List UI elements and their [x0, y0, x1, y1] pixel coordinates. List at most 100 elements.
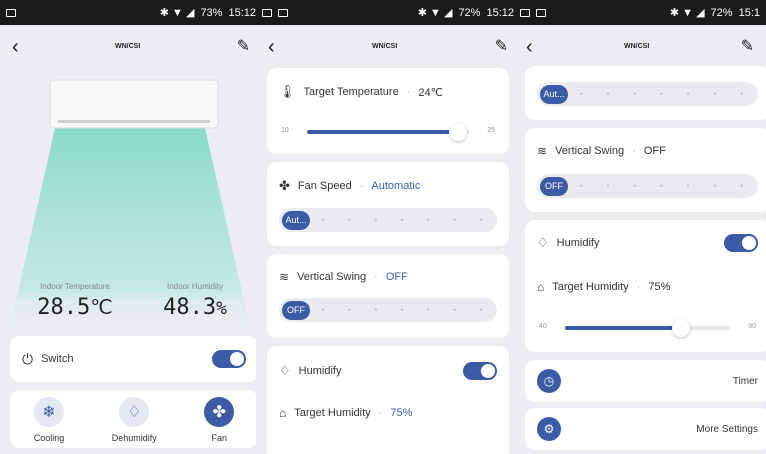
vertical-swing-selector[interactable]: OFF • • • • • • • — [537, 174, 758, 198]
status-bar: ✱ ▼ ◢ 72% 15:12 — [256, 0, 520, 25]
indoor-temp-unit: ℃ — [90, 295, 113, 319]
timer-card[interactable]: ◷ Timer — [525, 360, 766, 402]
fan-icon: ✤ — [279, 178, 290, 193]
vertical-swing-selected[interactable]: OFF — [540, 176, 568, 196]
edit-icon[interactable]: ✎ — [495, 38, 508, 55]
indoor-temp-value: 28.5 — [37, 295, 91, 320]
edit-icon[interactable]: ✎ — [741, 38, 754, 55]
separator: · — [406, 86, 411, 98]
humidify-label: Humidify — [556, 237, 600, 249]
device-title: WN/CSI — [623, 43, 650, 50]
header: ‹ WN/CSI ✎ — [256, 25, 520, 68]
timer-label: Timer — [732, 375, 758, 387]
home-screen: ✱ ▼ ◢ 73% 15:12 ‹ WN/CSI ✎ Indoor Temper… — [0, 0, 262, 454]
indoor-temp-label: Indoor Temperature — [40, 282, 110, 291]
target-temp-card: 🌡︎ Target Temperature · 24℃ 10 25 — [267, 68, 509, 154]
indoor-humidity-value: 48.3 — [163, 295, 217, 320]
slider-max: 90 — [748, 323, 756, 330]
target-humidity-value: 75% — [648, 281, 671, 293]
separator: · — [636, 281, 641, 293]
status-icons: ✱ ▼ ◢ — [159, 7, 195, 19]
vertical-swing-value: OFF — [643, 145, 666, 157]
back-icon[interactable]: ‹ — [268, 37, 275, 57]
snowflake-icon: ❄ — [34, 397, 64, 427]
separator: · — [632, 145, 636, 157]
status-bar: ✱ ▼ ◢ 72% 15:1 — [514, 0, 766, 25]
status-icons: ✱ ▼ ◢ — [417, 7, 453, 19]
indoor-humidity-block: Indoor Humidity 48.3% — [140, 282, 250, 320]
fan-speed-selector[interactable]: Aut... • • • • • • • — [279, 208, 497, 232]
indoor-humidity-unit: % — [216, 298, 227, 319]
fan-speed-label: Fan Speed — [297, 180, 352, 192]
screenshot-icon — [536, 8, 546, 17]
indoor-humidity-label: Indoor Humidity — [166, 282, 224, 291]
fan-speed-selected[interactable]: Aut... — [540, 84, 568, 104]
humidify-icon: ♢ — [537, 235, 549, 250]
switch-card: ⏻ Switch — [10, 336, 258, 382]
slider-min: 40 — [539, 323, 547, 330]
mode-label: Cooling — [33, 433, 65, 443]
target-humidity-value: 75% — [390, 407, 413, 419]
droplet-icon: ♢ — [119, 397, 150, 427]
separator: · — [374, 271, 378, 283]
fan-speed-selected[interactable]: Aut... — [282, 210, 310, 230]
slider-knob[interactable] — [671, 319, 690, 337]
status-bar: ✱ ▼ ◢ 73% 15:12 — [0, 0, 262, 25]
settings-gear-icon: ⚙ — [537, 417, 561, 441]
device-title: WN/CSI — [371, 43, 398, 50]
target-humidity-slider[interactable]: 40 90 — [537, 318, 758, 337]
fan-speed-selector[interactable]: Aut... • • • • • • • — [537, 82, 758, 106]
target-humidity-label: Target Humidity — [294, 407, 371, 419]
vertical-swing-selected[interactable]: OFF — [282, 300, 310, 320]
status-time: 15:12 — [228, 6, 256, 19]
separator: · — [378, 407, 383, 419]
mode-fan[interactable]: ✤ Fan — [204, 397, 235, 443]
settings-screen-scrolled: ✱ ▼ ◢ 72% 15:1 ‹ WN/CSI ✎ Aut... • • • • • • •… — [514, 0, 766, 454]
status-icons: ✱ ▼ ◢ — [669, 7, 705, 19]
back-icon[interactable]: ‹ — [12, 37, 19, 57]
battery-level: 72% — [458, 6, 481, 19]
header: ‹ WN/CSI ✎ — [0, 25, 262, 68]
humidity-icon: ⌂ — [279, 406, 287, 420]
indoor-temp-block: Indoor Temperature 28.5℃ — [20, 282, 130, 320]
mode-dehumidify[interactable]: ♢ Dehumidify — [112, 397, 157, 443]
humidify-card: ♢ Humidify ⌂ Target Humidity · 75% — [267, 346, 509, 454]
thermometer-icon: 🌡︎ — [279, 84, 296, 99]
vertical-swing-value: OFF — [385, 271, 408, 283]
mode-cooling[interactable]: ❄ Cooling — [33, 397, 65, 443]
more-settings-card[interactable]: ⚙ More Settings — [525, 408, 766, 450]
separator: · — [359, 180, 364, 192]
vertical-swing-label: Vertical Swing — [297, 271, 367, 283]
fan-speed-card: Aut... • • • • • • • — [525, 66, 766, 120]
battery-level: 73% — [200, 6, 223, 19]
edit-icon[interactable]: ✎ — [237, 38, 250, 55]
status-time: 15:1 — [738, 6, 760, 19]
clock-icon: ◷ — [537, 369, 561, 393]
vertical-swing-card: ≋ Vertical Swing · OFF OFF • • • • • • • — [267, 254, 509, 338]
swing-icon: ≋ — [537, 144, 548, 158]
power-icon: ⏻ — [22, 350, 34, 367]
header: ‹ WN/CSI ✎ — [514, 25, 766, 68]
more-settings-label: More Settings — [696, 423, 758, 435]
target-humidity-label: Target Humidity — [552, 281, 629, 293]
humidify-toggle[interactable] — [463, 362, 497, 380]
humidify-toggle[interactable] — [724, 234, 758, 252]
back-icon[interactable]: ‹ — [526, 37, 533, 57]
vertical-swing-selector[interactable]: OFF • • • • • • • — [279, 298, 497, 322]
gallery-icon — [520, 8, 530, 17]
mode-label: Dehumidify — [111, 433, 157, 443]
humidity-icon: ⌂ — [537, 280, 545, 294]
gallery-icon — [262, 8, 272, 17]
slider-min: 10 — [281, 127, 289, 134]
status-time: 15:12 — [486, 6, 514, 19]
fan-speed-value: Automatic — [371, 180, 421, 192]
switch-toggle[interactable] — [212, 350, 246, 368]
target-temp-slider[interactable]: 10 25 — [279, 122, 497, 141]
humidify-label: Humidify — [298, 365, 342, 377]
screenshot-icon — [278, 8, 288, 17]
humidify-card: ♢ Humidify ⌂ Target Humidity · 75% 40 90 — [525, 220, 766, 352]
fan-icon: ✤ — [204, 397, 235, 427]
slider-knob[interactable] — [449, 123, 468, 141]
mode-card: ❄ Cooling ♢ Dehumidify ✤ Fan — [10, 390, 258, 448]
humidify-icon: ♢ — [279, 363, 291, 378]
